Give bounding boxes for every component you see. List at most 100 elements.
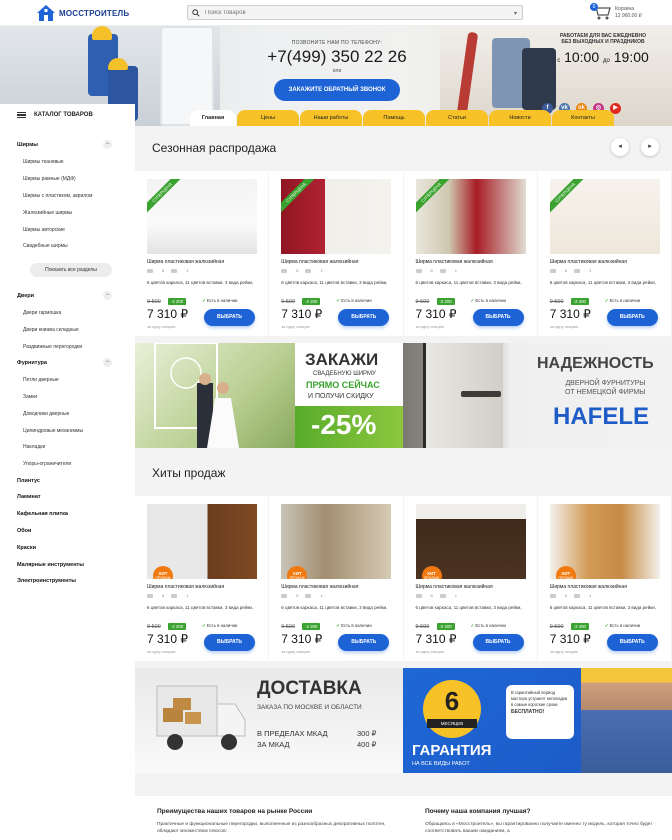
- cart[interactable]: 0 Корзина 12 960.00 ₽: [590, 3, 642, 21]
- sidebar-item[interactable]: Замки: [23, 394, 37, 400]
- sidebar-group[interactable]: Краски: [17, 545, 36, 551]
- sidebar-group[interactable]: Обои: [17, 528, 31, 534]
- choose-button[interactable]: ВЫБРАТЬ: [338, 309, 390, 326]
- show-all-sections-button[interactable]: Показать все разделы: [30, 263, 112, 277]
- call-text: ПОЗВОНИТЕ НАМ ПО ТЕЛЕФОНУ:: [291, 40, 383, 46]
- product-image[interactable]: ХИТ ПРОДАЖ: [281, 504, 392, 579]
- comment-icon: [305, 268, 313, 273]
- product-card[interactable]: СУПЕРЦЕНА Ширма пластиковая жалюзийная 6 1 6…: [269, 171, 403, 336]
- cart-label: Корзина: [615, 6, 635, 12]
- tab-help[interactable]: Помощь: [363, 110, 425, 126]
- sidebar-item[interactable]: Ширмы авторские: [23, 227, 65, 233]
- sidebar-group[interactable]: Электроинструменты: [17, 578, 76, 584]
- choose-button[interactable]: ВЫБРАТЬ: [606, 309, 658, 326]
- section-title-sale: Сезонная распродажа: [152, 141, 277, 155]
- sidebar-group-hardware[interactable]: Фурнитура: [17, 360, 47, 366]
- product-card[interactable]: ХИТ ПРОДАЖ Ширма пластиковая жалюзийная 6 1 6…: [269, 496, 403, 661]
- sidebar-item[interactable]: Ширмы тканевые: [23, 159, 64, 165]
- product-card[interactable]: ХИТ ПРОДАЖ Ширма пластиковая жалюзийная 6 1 6…: [537, 496, 671, 661]
- choose-button[interactable]: ВЫБРАТЬ: [338, 634, 390, 651]
- product-image[interactable]: СУПЕРЦЕНА: [549, 179, 660, 254]
- product-name[interactable]: Ширма пластиковая жалюзийная: [416, 584, 493, 590]
- catalog-toggle[interactable]: КАТАЛОГ ТОВАРОВ: [0, 104, 135, 126]
- choose-button[interactable]: ВЫБРАТЬ: [606, 634, 658, 651]
- sidebar-item[interactable]: Ширмы с пластиком, акрилом: [23, 193, 92, 199]
- tab-home[interactable]: Главная: [190, 110, 236, 126]
- hafele-banner[interactable]: НАДЕЖНОСТЬ ДВЕРНОЙ ФУРНИТУРЫ ОТ НЕМЕЦКОЙ …: [403, 343, 672, 448]
- tab-prices[interactable]: Цены: [237, 110, 299, 126]
- tab-works[interactable]: Наши работы: [300, 110, 362, 126]
- banner-subtitle: ЗАКАЗА ПО МОСКВЕ И ОБЛАСТИ: [257, 704, 362, 711]
- choose-button[interactable]: ВЫБРАТЬ: [472, 309, 524, 326]
- product-card[interactable]: ХИТ ПРОДАЖ Ширма пластиковая жалюзийная 6 1 6…: [403, 496, 537, 661]
- collapse-icon[interactable]: −: [103, 358, 112, 367]
- search-input[interactable]: [205, 9, 505, 16]
- sidebar-item[interactable]: Раздвижные перегородки: [23, 344, 82, 350]
- tab-contacts[interactable]: Контакты: [552, 110, 614, 126]
- banner-title: НАДЕЖНОСТЬ: [537, 355, 654, 372]
- sidebar-item[interactable]: Накладки: [23, 444, 45, 450]
- sidebar-group[interactable]: Ламинат: [17, 494, 41, 500]
- product-name[interactable]: Ширма пластиковая жалюзийная: [147, 259, 224, 265]
- product-name[interactable]: Ширма пластиковая жалюзийная: [416, 259, 493, 265]
- sidebar-item[interactable]: Жалюзийные ширмы: [23, 210, 72, 216]
- comments-count: 1: [186, 268, 189, 273]
- sidebar-group-doors[interactable]: Двери: [17, 293, 34, 299]
- hit-subtext: ПРОДАЖ: [289, 576, 305, 579]
- tab-articles[interactable]: Статьи: [426, 110, 488, 126]
- product-name[interactable]: Ширма пластиковая жалюзийная: [550, 259, 627, 265]
- sidebar-group[interactable]: Кафельная плитка: [17, 511, 68, 517]
- sidebar-item[interactable]: Двери гармошка: [23, 310, 61, 316]
- wedding-screen-banner[interactable]: ЗАКАЖИ СВАДЕБНУЮ ШИРМУ ПРЯМО СЕЙЧАС И ПО…: [135, 343, 403, 448]
- sidebar-group-screens[interactable]: Ширмы: [17, 142, 38, 148]
- sidebar-group[interactable]: Плинтус: [17, 478, 40, 484]
- banner-cta: ПРЯМО СЕЙЧАС: [306, 380, 380, 390]
- chevron-down-icon[interactable]: ▾: [514, 10, 517, 17]
- product-image[interactable]: СУПЕРЦЕНА: [147, 179, 257, 254]
- hit-subtext: ПРОДАЖ: [155, 576, 171, 579]
- sidebar-item[interactable]: Доводчики дверные: [23, 411, 69, 417]
- collapse-icon[interactable]: −: [103, 140, 112, 149]
- choose-button[interactable]: ВЫБРАТЬ: [472, 634, 524, 651]
- product-card[interactable]: СУПЕРЦЕНА Ширма пластиковая жалюзийная 6 1 6…: [537, 171, 671, 336]
- product-image[interactable]: ХИТ ПРОДАЖ: [415, 504, 526, 579]
- product-image[interactable]: СУПЕРЦЕНА: [281, 179, 392, 254]
- sidebar-item[interactable]: Упоры-ограничители: [23, 461, 71, 467]
- collapse-icon[interactable]: −: [103, 291, 112, 300]
- product-card[interactable]: СУПЕРЦЕНА Ширма пластиковая жалюзийная 6 1 6…: [403, 171, 537, 336]
- product-image[interactable]: СУПЕРЦЕНА: [415, 179, 526, 254]
- next-arrow-icon[interactable]: ▸: [641, 138, 659, 156]
- product-card[interactable]: СУПЕРЦЕНА Ширма пластиковая жалюзийная 6 1 6…: [135, 171, 269, 336]
- tab-news[interactable]: Новости: [489, 110, 551, 126]
- phone-number[interactable]: +7(499) 350 22 26: [262, 47, 412, 67]
- top-bar: МОССТРОИТЕЛЬ ▾ 0 Корзина 12 960.00 ₽: [0, 0, 672, 26]
- product-image[interactable]: ХИТ ПРОДАЖ: [549, 504, 660, 579]
- sidebar-item[interactable]: Ширмы рамные (МДФ): [23, 176, 76, 182]
- choose-button[interactable]: ВЫБРАТЬ: [204, 309, 255, 326]
- hit-products: ХИТ ПРОДАЖ Ширма пластиковая жалюзийная 6 1 6…: [135, 496, 672, 661]
- logo[interactable]: МОССТРОИТЕЛЬ: [36, 4, 129, 22]
- comments-count: 1: [454, 593, 457, 598]
- sidebar-item[interactable]: Петли дверные: [23, 377, 59, 383]
- product-name[interactable]: Ширма пластиковая жалюзийная: [281, 584, 358, 590]
- product-name[interactable]: Ширма пластиковая жалюзийная: [550, 584, 627, 590]
- search-box[interactable]: ▾: [187, 5, 523, 20]
- sidebar-item[interactable]: Свадебные ширмы: [23, 243, 68, 249]
- sidebar-group[interactable]: Малярные инструменты: [17, 562, 84, 568]
- warranty-banner[interactable]: 6 МЕСЯЦЕВ В гарантийный период мастера у…: [403, 668, 672, 773]
- prev-arrow-icon[interactable]: ◂: [611, 138, 629, 156]
- house-logo-icon: [37, 5, 55, 21]
- product-card[interactable]: ХИТ ПРОДАЖ Ширма пластиковая жалюзийная 6 1 6…: [135, 496, 269, 661]
- callback-button[interactable]: ЗАКАЖИТЕ ОБРАТНЫЙ ЗВОНОК: [273, 79, 401, 101]
- views-count: 6: [564, 268, 567, 273]
- sidebar-item[interactable]: Двери книжка складные: [23, 327, 79, 333]
- product-image[interactable]: ХИТ ПРОДАЖ: [147, 504, 257, 579]
- product-name[interactable]: Ширма пластиковая жалюзийная: [281, 259, 358, 265]
- price: 7 310 ₽: [281, 632, 323, 646]
- sidebar-item[interactable]: Цилиндровые механизмы: [23, 428, 83, 434]
- product-name[interactable]: Ширма пластиковая жалюзийная: [147, 584, 224, 590]
- delivery-banner[interactable]: ДОСТАВКА ЗАКАЗА ПО МОСКВЕ И ОБЛАСТИ В ПР…: [135, 668, 403, 773]
- price: 7 310 ₽: [281, 307, 323, 321]
- price: 7 310 ₽: [549, 632, 591, 646]
- choose-button[interactable]: ВЫБРАТЬ: [204, 634, 255, 651]
